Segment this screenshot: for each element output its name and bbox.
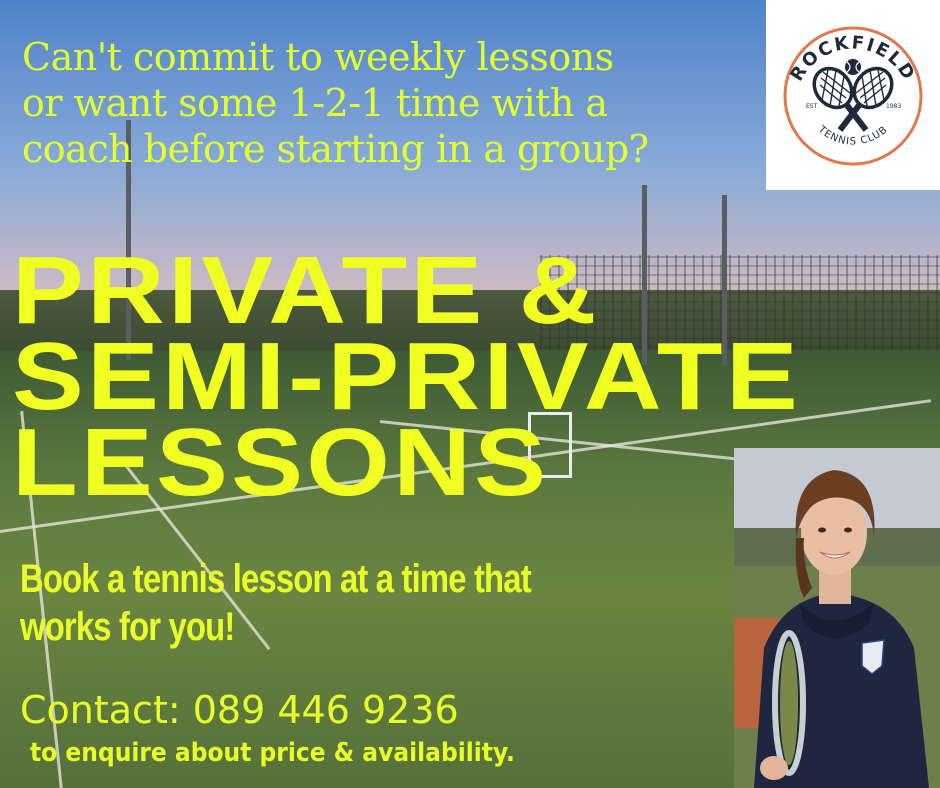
- poster: Can't commit to weekly lessons or want s…: [0, 0, 940, 788]
- coach-photo: [734, 448, 940, 788]
- club-logo-graphic: ROCKFIELD TENNIS CLUB EST 1983: [783, 26, 923, 166]
- subtitle: Book a tennis lesson at a time that work…: [20, 555, 594, 651]
- contact-phone: Contact: 089 446 9236: [20, 688, 459, 732]
- subtitle-line: works for you!: [20, 605, 235, 649]
- logo-year: 1983: [886, 103, 901, 110]
- coach-illustration: [734, 448, 940, 788]
- logo-top-text: ROCKFIELD: [786, 32, 919, 85]
- title-line: SEMI-PRIVATE: [12, 323, 802, 430]
- headline: Can't commit to weekly lessons or want s…: [22, 34, 742, 172]
- logo-bottom-text: TENNIS CLUB: [815, 124, 890, 148]
- headline-line: Can't commit to weekly lessons: [22, 35, 614, 79]
- logo-est-label: EST: [806, 103, 818, 110]
- headline-line: or want some 1-2-1 time with a: [22, 81, 608, 125]
- tennis-ball-icon: [845, 59, 861, 75]
- headline-line: coach before starting in a group?: [22, 127, 649, 171]
- contact-note: to enquire about price & availability.: [30, 738, 515, 768]
- title-line: PRIVATE &: [12, 237, 600, 344]
- club-logo: ROCKFIELD TENNIS CLUB EST 1983: [766, 0, 940, 190]
- subtitle-line: Book a tennis lesson at a time that: [20, 557, 532, 601]
